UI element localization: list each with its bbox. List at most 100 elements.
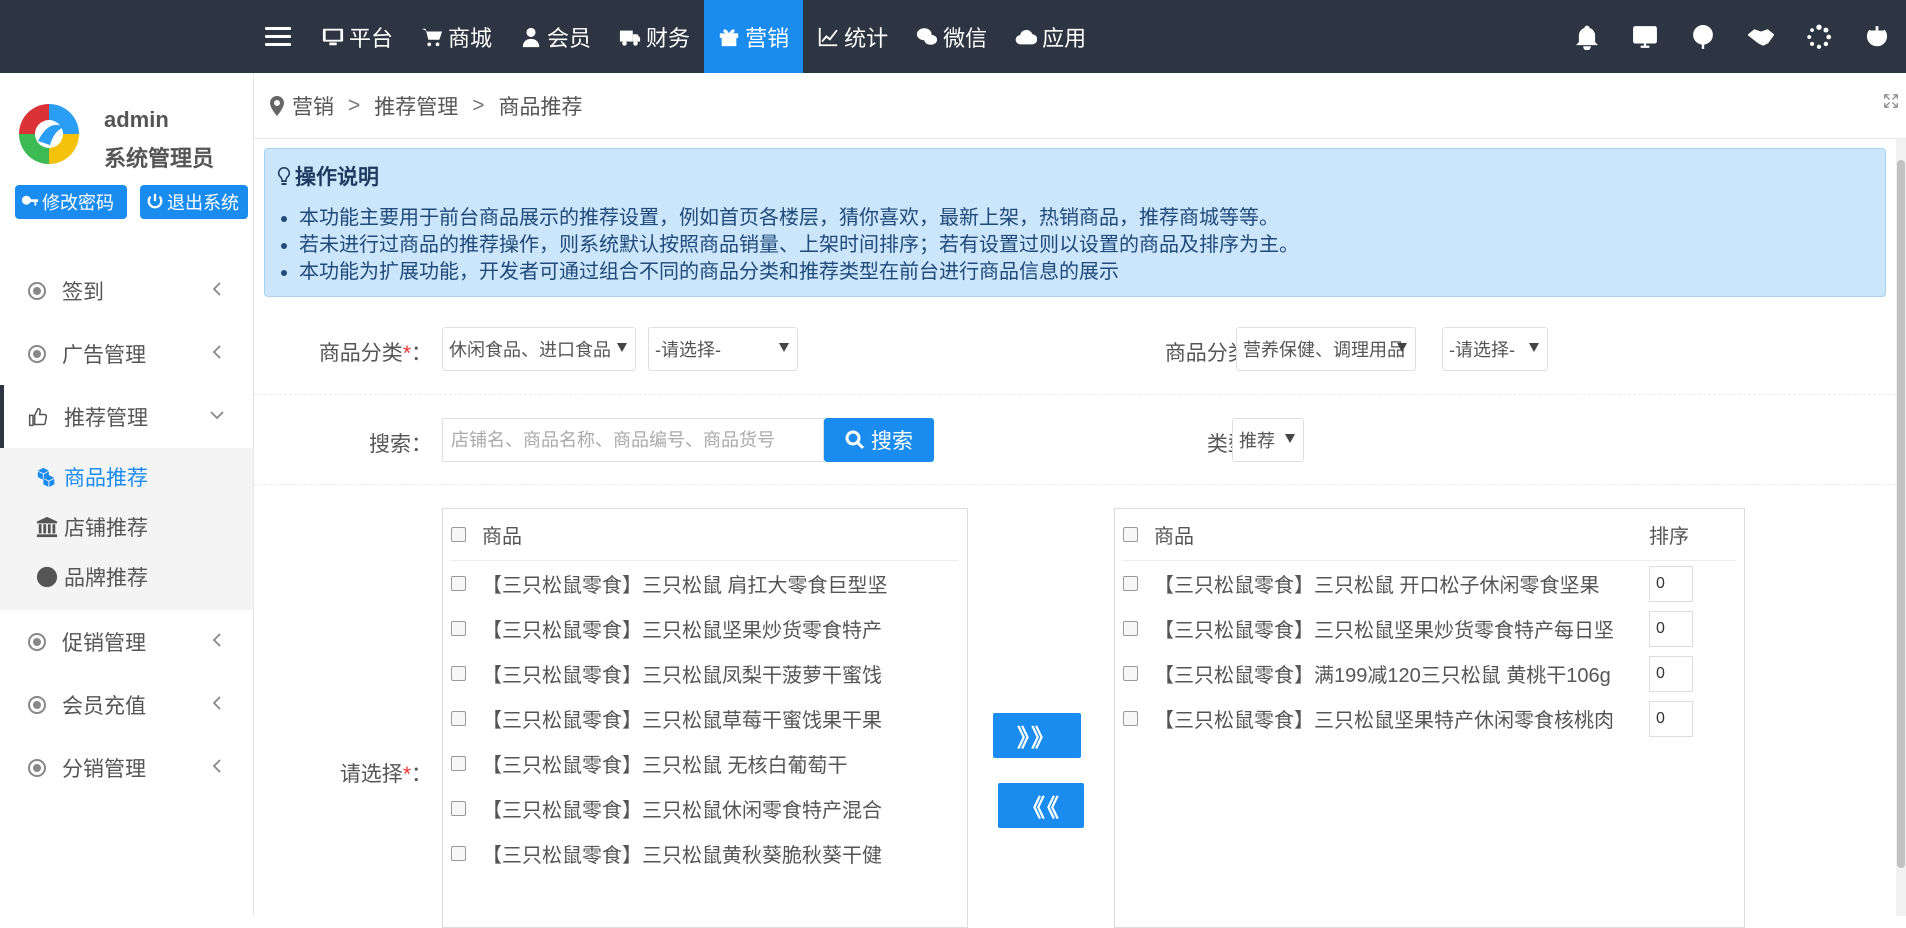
search-icon xyxy=(845,430,865,450)
nav-item-label: 财务 xyxy=(646,25,691,51)
item-checkbox[interactable] xyxy=(451,711,466,726)
nav-item-label: 商城 xyxy=(448,25,493,51)
breadcrumb-item-marketing[interactable]: 营销 xyxy=(292,91,334,121)
sidebar-item-3[interactable]: 促销管理 xyxy=(0,610,253,673)
select-all-checkbox[interactable] xyxy=(451,527,466,542)
nav-item-4[interactable]: 营销 xyxy=(704,0,804,73)
nav-item-label: 应用 xyxy=(1042,25,1087,51)
list-item[interactable]: 【三只松鼠零食】三只松鼠坚果炒货零食特产每日坚 0 xyxy=(1123,606,1744,651)
power-icon[interactable] xyxy=(1848,0,1906,73)
submenu-item-1[interactable]: 店铺推荐 xyxy=(0,502,253,552)
item-checkbox[interactable] xyxy=(451,801,466,816)
sort-input[interactable]: 0 xyxy=(1649,655,1693,692)
logout-button[interactable]: 退出系统 xyxy=(140,185,248,219)
category-select-left-1[interactable]: 休闲食品、进口食品 xyxy=(442,327,636,371)
item-checkbox[interactable] xyxy=(1123,576,1138,591)
submenu-item-0[interactable]: 商品推荐 xyxy=(0,452,253,502)
list-item[interactable]: 【三只松鼠零食】三只松鼠黄秋葵脆秋葵干健 xyxy=(451,831,967,876)
chevron-left-icon xyxy=(212,345,221,359)
product-name: 【三只松鼠零食】三只松鼠坚果特产休闲零食核桃肉 xyxy=(1154,710,1614,732)
label-colon: ： xyxy=(411,342,432,365)
list-item[interactable]: 【三只松鼠零食】三只松鼠坚果炒货零食特产 xyxy=(451,606,967,651)
category-select-value: -请选择- xyxy=(655,340,721,360)
menu-toggle-icon[interactable] xyxy=(265,22,291,50)
location-icon[interactable] xyxy=(1674,0,1732,73)
nav-item-6[interactable]: 微信 xyxy=(902,0,1001,73)
list-item[interactable]: 【三只松鼠零食】三只松鼠坚果特产休闲零食核桃肉 0 xyxy=(1123,696,1744,741)
user-name: admin xyxy=(104,107,169,132)
list-item[interactable]: 【三只松鼠零食】三只松鼠 肩扛大零食巨型坚 xyxy=(451,561,967,606)
submenu-item-2[interactable]: 品牌推荐 xyxy=(0,552,253,602)
list-item[interactable]: 【三只松鼠零食】三只松鼠草莓干蜜饯果干果 xyxy=(451,696,967,741)
list-item[interactable]: 【三只松鼠零食】三只松鼠休闲零食特产混合 xyxy=(451,786,967,831)
nav-item-1[interactable]: 商城 xyxy=(407,0,506,73)
breadcrumb-separator: > xyxy=(348,93,361,117)
submenu-item-label: 商品推荐 xyxy=(64,467,148,490)
chevron-left-icon xyxy=(212,282,221,296)
gift-icon xyxy=(718,26,740,48)
sort-input[interactable]: 0 xyxy=(1649,610,1693,647)
search-input[interactable] xyxy=(442,418,824,462)
list-item[interactable]: 【三只松鼠零食】三只松鼠 开口松子休闲零食坚果 0 xyxy=(1123,561,1744,606)
search-label-text: 搜索 xyxy=(369,433,411,456)
item-checkbox[interactable] xyxy=(451,621,466,636)
type-select[interactable]: 推荐 xyxy=(1232,418,1304,462)
item-checkbox[interactable] xyxy=(1123,666,1138,681)
item-checkbox[interactable] xyxy=(1123,711,1138,726)
breadcrumb: 营销 > 推荐管理 > 商品推荐 xyxy=(254,73,1906,139)
sidebar-item-0[interactable]: 签到 xyxy=(0,259,253,322)
notice-list: 本功能主要用于前台商品展示的推荐设置，例如首页各楼层，猜你喜欢，最新上架，热销商… xyxy=(299,205,1873,286)
top-right-icons xyxy=(1558,0,1906,73)
item-checkbox[interactable] xyxy=(451,846,466,861)
map-marker-icon xyxy=(270,95,284,116)
list-item[interactable]: 【三只松鼠零食】三只松鼠 无核白葡萄干 xyxy=(451,741,967,786)
select-all-checkbox[interactable] xyxy=(1123,527,1138,542)
sort-input[interactable]: 0 xyxy=(1649,700,1693,737)
remove-from-recommend-button[interactable]: 《《 xyxy=(998,783,1084,828)
nav-item-label: 会员 xyxy=(547,25,592,51)
product-name: 【三只松鼠零食】三只松鼠 无核白葡萄干 xyxy=(482,755,848,777)
submenu-item-label: 品牌推荐 xyxy=(64,567,148,590)
sidebar-item-label: 广告管理 xyxy=(62,343,146,367)
category-select-right-2[interactable]: -请选择- xyxy=(1442,327,1548,371)
list-item[interactable]: 【三只松鼠零食】三只松鼠凤梨干菠萝干蜜饯 xyxy=(451,651,967,696)
sidebar-item-label: 签到 xyxy=(62,280,104,304)
required-mark: * xyxy=(402,763,411,786)
item-checkbox[interactable] xyxy=(451,756,466,771)
product-name: 【三只松鼠零食】三只松鼠 肩扛大零食巨型坚 xyxy=(482,575,888,597)
spinner-icon[interactable] xyxy=(1790,0,1848,73)
list-item[interactable]: 【三只松鼠零食】满199减120三只松鼠 黄桃干106g 0 xyxy=(1123,651,1744,696)
screen-icon[interactable] xyxy=(1616,0,1674,73)
item-checkbox[interactable] xyxy=(1123,621,1138,636)
sidebar-item-1[interactable]: 广告管理 xyxy=(0,322,253,385)
breadcrumb-item-recommend[interactable]: 推荐管理 xyxy=(374,91,458,121)
category-label-left: 商品分类*： xyxy=(254,337,432,367)
nav-item-2[interactable]: 会员 xyxy=(506,0,605,73)
page-scrollbar-thumb[interactable] xyxy=(1897,160,1905,868)
search-button[interactable]: 搜索 xyxy=(824,418,934,462)
item-checkbox[interactable] xyxy=(451,576,466,591)
radio-circle-icon xyxy=(28,344,46,363)
nav-item-0[interactable]: 平台 xyxy=(308,0,407,73)
sidebar-item-4[interactable]: 会员充值 xyxy=(0,673,253,736)
sidebar-item-label: 推荐管理 xyxy=(64,406,148,430)
sort-input[interactable]: 0 xyxy=(1649,565,1693,602)
key-icon xyxy=(21,195,39,206)
bell-icon[interactable] xyxy=(1558,0,1616,73)
change-password-button[interactable]: 修改密码 xyxy=(15,185,127,219)
logo-icon xyxy=(17,102,81,166)
add-to-recommend-button[interactable]: 》》 xyxy=(993,713,1081,758)
handshake-icon[interactable] xyxy=(1732,0,1790,73)
nav-item-7[interactable]: 应用 xyxy=(1001,0,1100,73)
recommended-list-header-label: 商品 xyxy=(1154,526,1194,548)
category-select-left-2[interactable]: -请选择- xyxy=(648,327,798,371)
nav-item-label: 营销 xyxy=(745,25,790,51)
category-select-right-1[interactable]: 营养保健、调理用品 xyxy=(1236,327,1416,371)
wechat-icon xyxy=(916,26,938,48)
nav-item-5[interactable]: 统计 xyxy=(803,0,902,73)
expand-icon[interactable] xyxy=(1884,91,1898,111)
nav-item-3[interactable]: 财务 xyxy=(605,0,704,73)
sidebar-item-5[interactable]: 分销管理 xyxy=(0,736,253,799)
sidebar-item-2[interactable]: 推荐管理 xyxy=(0,385,253,448)
item-checkbox[interactable] xyxy=(451,666,466,681)
